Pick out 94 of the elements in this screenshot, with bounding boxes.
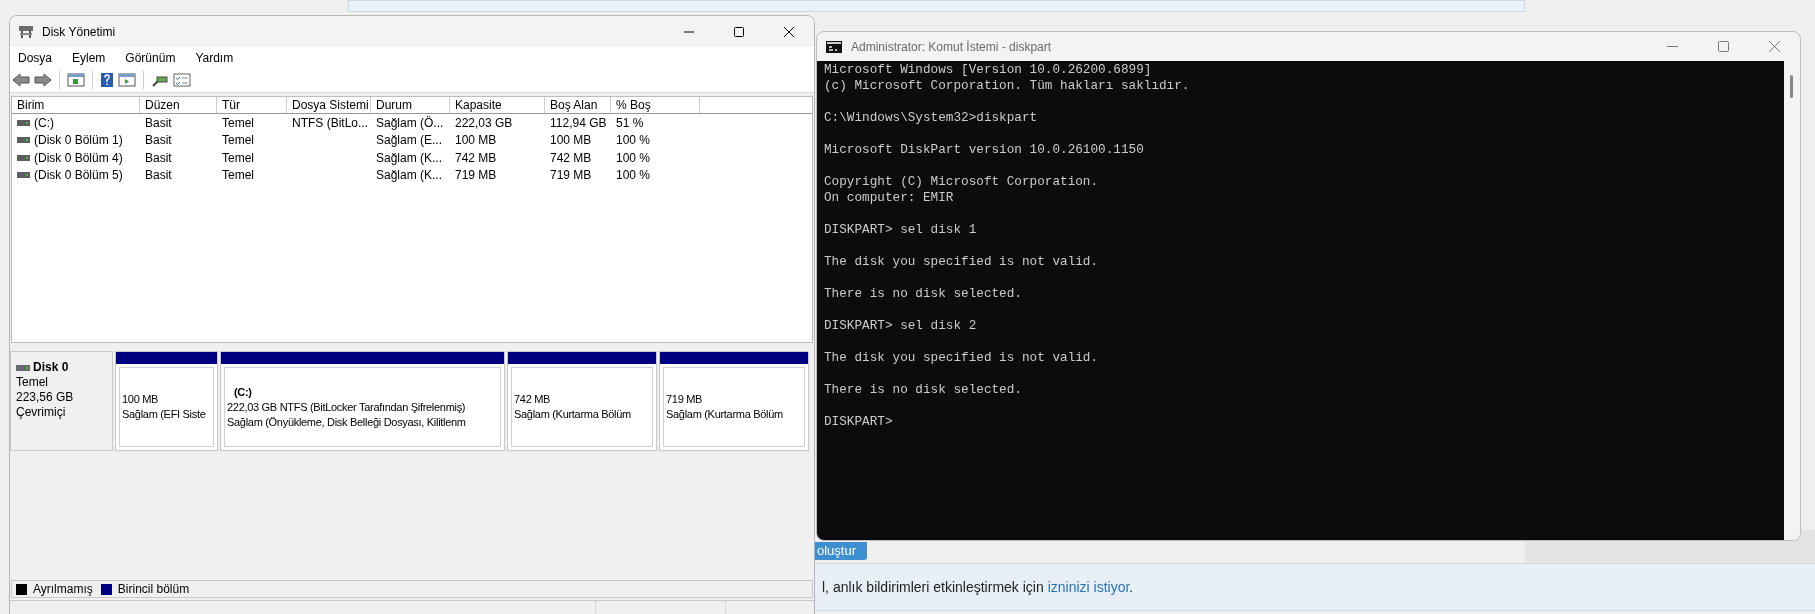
console-line: DISKPART> sel disk 2 xyxy=(824,318,977,334)
checklist-icon[interactable] xyxy=(173,73,191,87)
disk-size: 223,56 GB xyxy=(16,390,75,405)
table-cell-text: 100 % xyxy=(616,149,651,167)
table-cell-text: 51 % xyxy=(616,114,644,132)
table-cell-text: Temel xyxy=(222,114,254,132)
table-cell-text: 100 MB xyxy=(550,132,592,150)
console-line: (c) Microsoft Corporation. Tüm hakları saklıdır. xyxy=(824,78,1190,94)
table-cell-text: 100 % xyxy=(616,167,651,185)
maximize-icon[interactable] xyxy=(734,26,744,37)
table-cell-text: Basit xyxy=(145,114,172,132)
terminal-icon xyxy=(826,40,842,53)
table-cell-text: (Disk 0 Bölüm 5) xyxy=(34,167,123,185)
help-icon[interactable] xyxy=(100,72,114,88)
disk-name: Disk 0 xyxy=(33,360,69,375)
console-line: The disk you specified is not valid. xyxy=(824,350,1099,366)
table-cell-text: Sağlam (E... xyxy=(376,132,443,150)
table-cell-text: NTFS (BitLo... xyxy=(292,114,368,132)
disk-status: Çevrimiçi xyxy=(16,405,67,420)
console-line: There is no disk selected. xyxy=(824,286,1022,302)
close-icon[interactable] xyxy=(784,26,794,37)
drive-icon xyxy=(16,364,30,371)
disk-info-panel[interactable]: Disk 0 Temel 223,56 GB Çevrimiçi xyxy=(10,351,113,451)
menu-item[interactable]: Yardım xyxy=(193,48,236,67)
legend-label: Ayrılmamış xyxy=(33,581,93,598)
column-header[interactable]: Tür xyxy=(217,97,287,113)
menu-item[interactable]: Görünüm xyxy=(123,48,178,67)
forward-arrow-icon[interactable] xyxy=(34,73,52,87)
table-cell-text: Temel xyxy=(222,132,254,150)
column-header[interactable]: % Boş xyxy=(611,97,700,113)
column-header[interactable]: Boş Alan xyxy=(545,97,611,113)
table-cell-text: 100 MB xyxy=(455,132,497,150)
console-line: Copyright (C) Microsoft Corporation. xyxy=(824,174,1099,190)
drive-icon xyxy=(17,172,30,179)
table-cell-text: (C:) xyxy=(34,114,54,132)
partition-label: (C:) xyxy=(233,384,253,400)
window-title: Administrator: Komut İstemi - diskpart xyxy=(851,38,1052,56)
partition-status: Sağlam (Kurtarma Bölüm xyxy=(514,407,632,422)
table-cell-text: Sağlam (Ö... xyxy=(376,114,444,132)
table-cell-text: 742 MB xyxy=(455,149,497,167)
console-line: C:\Windows\System32>diskpart xyxy=(824,110,1038,126)
partition-status: Sağlam (Önyükleme, Disk Belleği Dosyası, Kilitlenm xyxy=(227,414,467,430)
table-cell-text: Sağlam (K... xyxy=(376,167,443,185)
table-cell-text: Sağlam (K... xyxy=(376,149,443,167)
console-line: Microsoft Windows [Version 10.0.26200.6899] xyxy=(824,62,1152,78)
table-cell-text: Basit xyxy=(145,132,172,150)
partition-status: Sağlam (Kurtarma Bölüm xyxy=(666,407,784,422)
notice-text: l, anlık bildirimleri etkinleştirmek için izninizi istiyor. xyxy=(822,577,1134,597)
column-header[interactable]: Düzen xyxy=(140,97,217,113)
panel-icon[interactable] xyxy=(118,73,136,87)
drive-icon xyxy=(17,154,30,161)
disk-type: Temel xyxy=(16,375,49,390)
back-arrow-icon[interactable] xyxy=(12,73,30,87)
console-line: DISKPART> sel disk 1 xyxy=(824,222,977,238)
console-line: Microsoft DiskPart version 10.0.26100.1150 xyxy=(824,142,1144,158)
partition-block[interactable]: 719 MB Sağlam (Kurtarma Bölüm xyxy=(659,351,809,451)
table-cell-text: Basit xyxy=(145,167,172,185)
menu-item[interactable]: Eylem xyxy=(70,48,108,67)
drive-icon xyxy=(17,119,30,126)
partition-size: 100 MB xyxy=(122,392,160,407)
partition-size: 719 MB xyxy=(666,392,704,407)
panel-icon[interactable] xyxy=(67,73,85,87)
table-cell-text: 719 MB xyxy=(455,167,497,185)
scrollbar-thumb[interactable] xyxy=(1790,75,1793,98)
table-cell-text: 112,94 GB xyxy=(550,114,607,132)
connect-icon[interactable] xyxy=(151,73,169,87)
drive-icon xyxy=(17,137,30,144)
console-line: There is no disk selected. xyxy=(824,382,1022,398)
table-cell-text: Basit xyxy=(145,149,172,167)
table-cell-text: (Disk 0 Bölüm 4) xyxy=(34,149,123,167)
console-line: DISKPART> xyxy=(824,414,893,430)
partition-block[interactable]: 742 MB Sağlam (Kurtarma Bölüm xyxy=(507,351,657,451)
window-title: Disk Yönetimi xyxy=(42,23,116,41)
table-cell-text: 100 % xyxy=(616,132,651,150)
legend-label: Birincil bölüm xyxy=(117,581,190,598)
console-line: On computer: EMIR xyxy=(824,190,954,206)
column-header[interactable]: Kapasite xyxy=(450,97,545,113)
column-header[interactable]: Dosya Sistemi xyxy=(287,97,371,113)
partition-size: 742 MB xyxy=(514,392,552,407)
console-line: The disk you specified is not valid. xyxy=(824,254,1099,270)
table-cell-text: (Disk 0 Bölüm 1) xyxy=(34,132,123,150)
menu-item[interactable]: Dosya xyxy=(16,48,54,67)
table-cell-text: 742 MB xyxy=(550,149,592,167)
table-cell-text: 222,03 GB xyxy=(455,114,513,132)
partition-block[interactable]: 100 MB Sağlam (EFI Siste xyxy=(115,351,218,451)
table-cell-text: 719 MB xyxy=(550,167,592,185)
column-header[interactable]: Birim xyxy=(12,97,140,113)
column-header[interactable]: Durum xyxy=(371,97,450,113)
partition-size: 222,03 GB NTFS (BitLocker Tarafından Şifrelenmiş) xyxy=(227,399,467,415)
table-cell-text: Temel xyxy=(222,149,254,167)
partition-status: Sağlam (EFI Siste xyxy=(122,407,207,422)
partition-block[interactable]: (C:) 222,03 GB NTFS (BitLocker Tarafından Şifrelenmiş) Sağlam (Önyükleme, Disk Belleği Dosyası, Kilitlenm xyxy=(220,351,505,451)
permission-link[interactable]: izninizi istiyor xyxy=(1047,578,1130,595)
table-cell-text: Temel xyxy=(222,167,254,185)
